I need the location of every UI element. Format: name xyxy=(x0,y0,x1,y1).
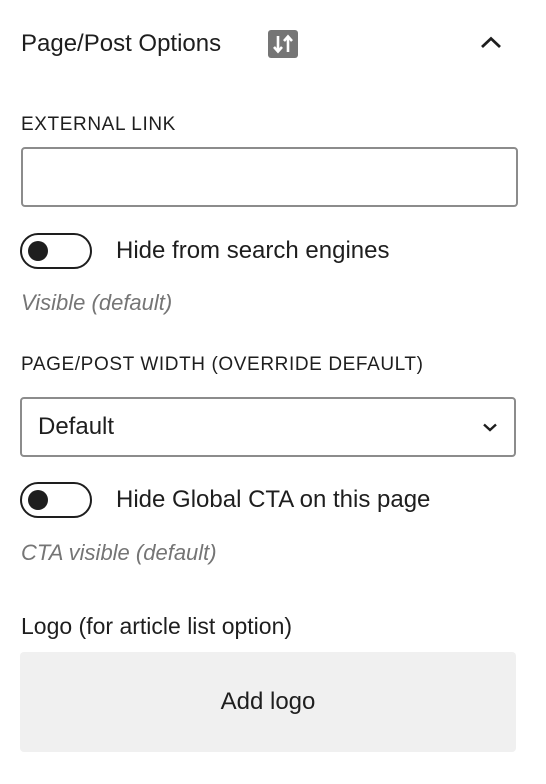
hide-global-cta-toggle-row[interactable]: Hide Global CTA on this page xyxy=(20,482,520,522)
toggle-thumb xyxy=(28,241,48,261)
hide-global-cta-label: Hide Global CTA on this page xyxy=(116,486,431,513)
panel-header[interactable]: Page/Post Options xyxy=(0,0,546,88)
add-logo-button[interactable]: Add logo xyxy=(20,652,516,752)
page-width-label: PAGE/POST WIDTH (OVERRIDE DEFAULT) xyxy=(21,354,424,375)
chevron-down-icon xyxy=(480,417,500,437)
sliders-sort-icon xyxy=(268,30,298,58)
panel-title: Page/Post Options xyxy=(21,30,222,57)
page-width-selected-value: Default xyxy=(38,413,115,440)
logo-label: Logo (for article list option) xyxy=(21,613,293,639)
page-width-select[interactable]: Default xyxy=(20,397,516,457)
add-logo-button-label: Add logo xyxy=(220,688,316,715)
external-link-input[interactable] xyxy=(21,147,518,207)
search-visibility-help: Visible (default) xyxy=(21,290,173,315)
page-post-options-panel: Page/Post Options EXTERNAL LINK Hide fro… xyxy=(0,0,546,784)
external-link-label: EXTERNAL LINK xyxy=(21,114,176,135)
hide-global-cta-toggle[interactable] xyxy=(20,482,92,518)
chevron-up-icon[interactable] xyxy=(474,26,510,62)
cta-visibility-help: CTA visible (default) xyxy=(21,540,217,565)
hide-from-search-toggle[interactable] xyxy=(20,233,92,269)
hide-from-search-label: Hide from search engines xyxy=(116,237,390,264)
toggle-thumb xyxy=(28,490,48,510)
hide-from-search-toggle-row[interactable]: Hide from search engines xyxy=(20,233,520,273)
